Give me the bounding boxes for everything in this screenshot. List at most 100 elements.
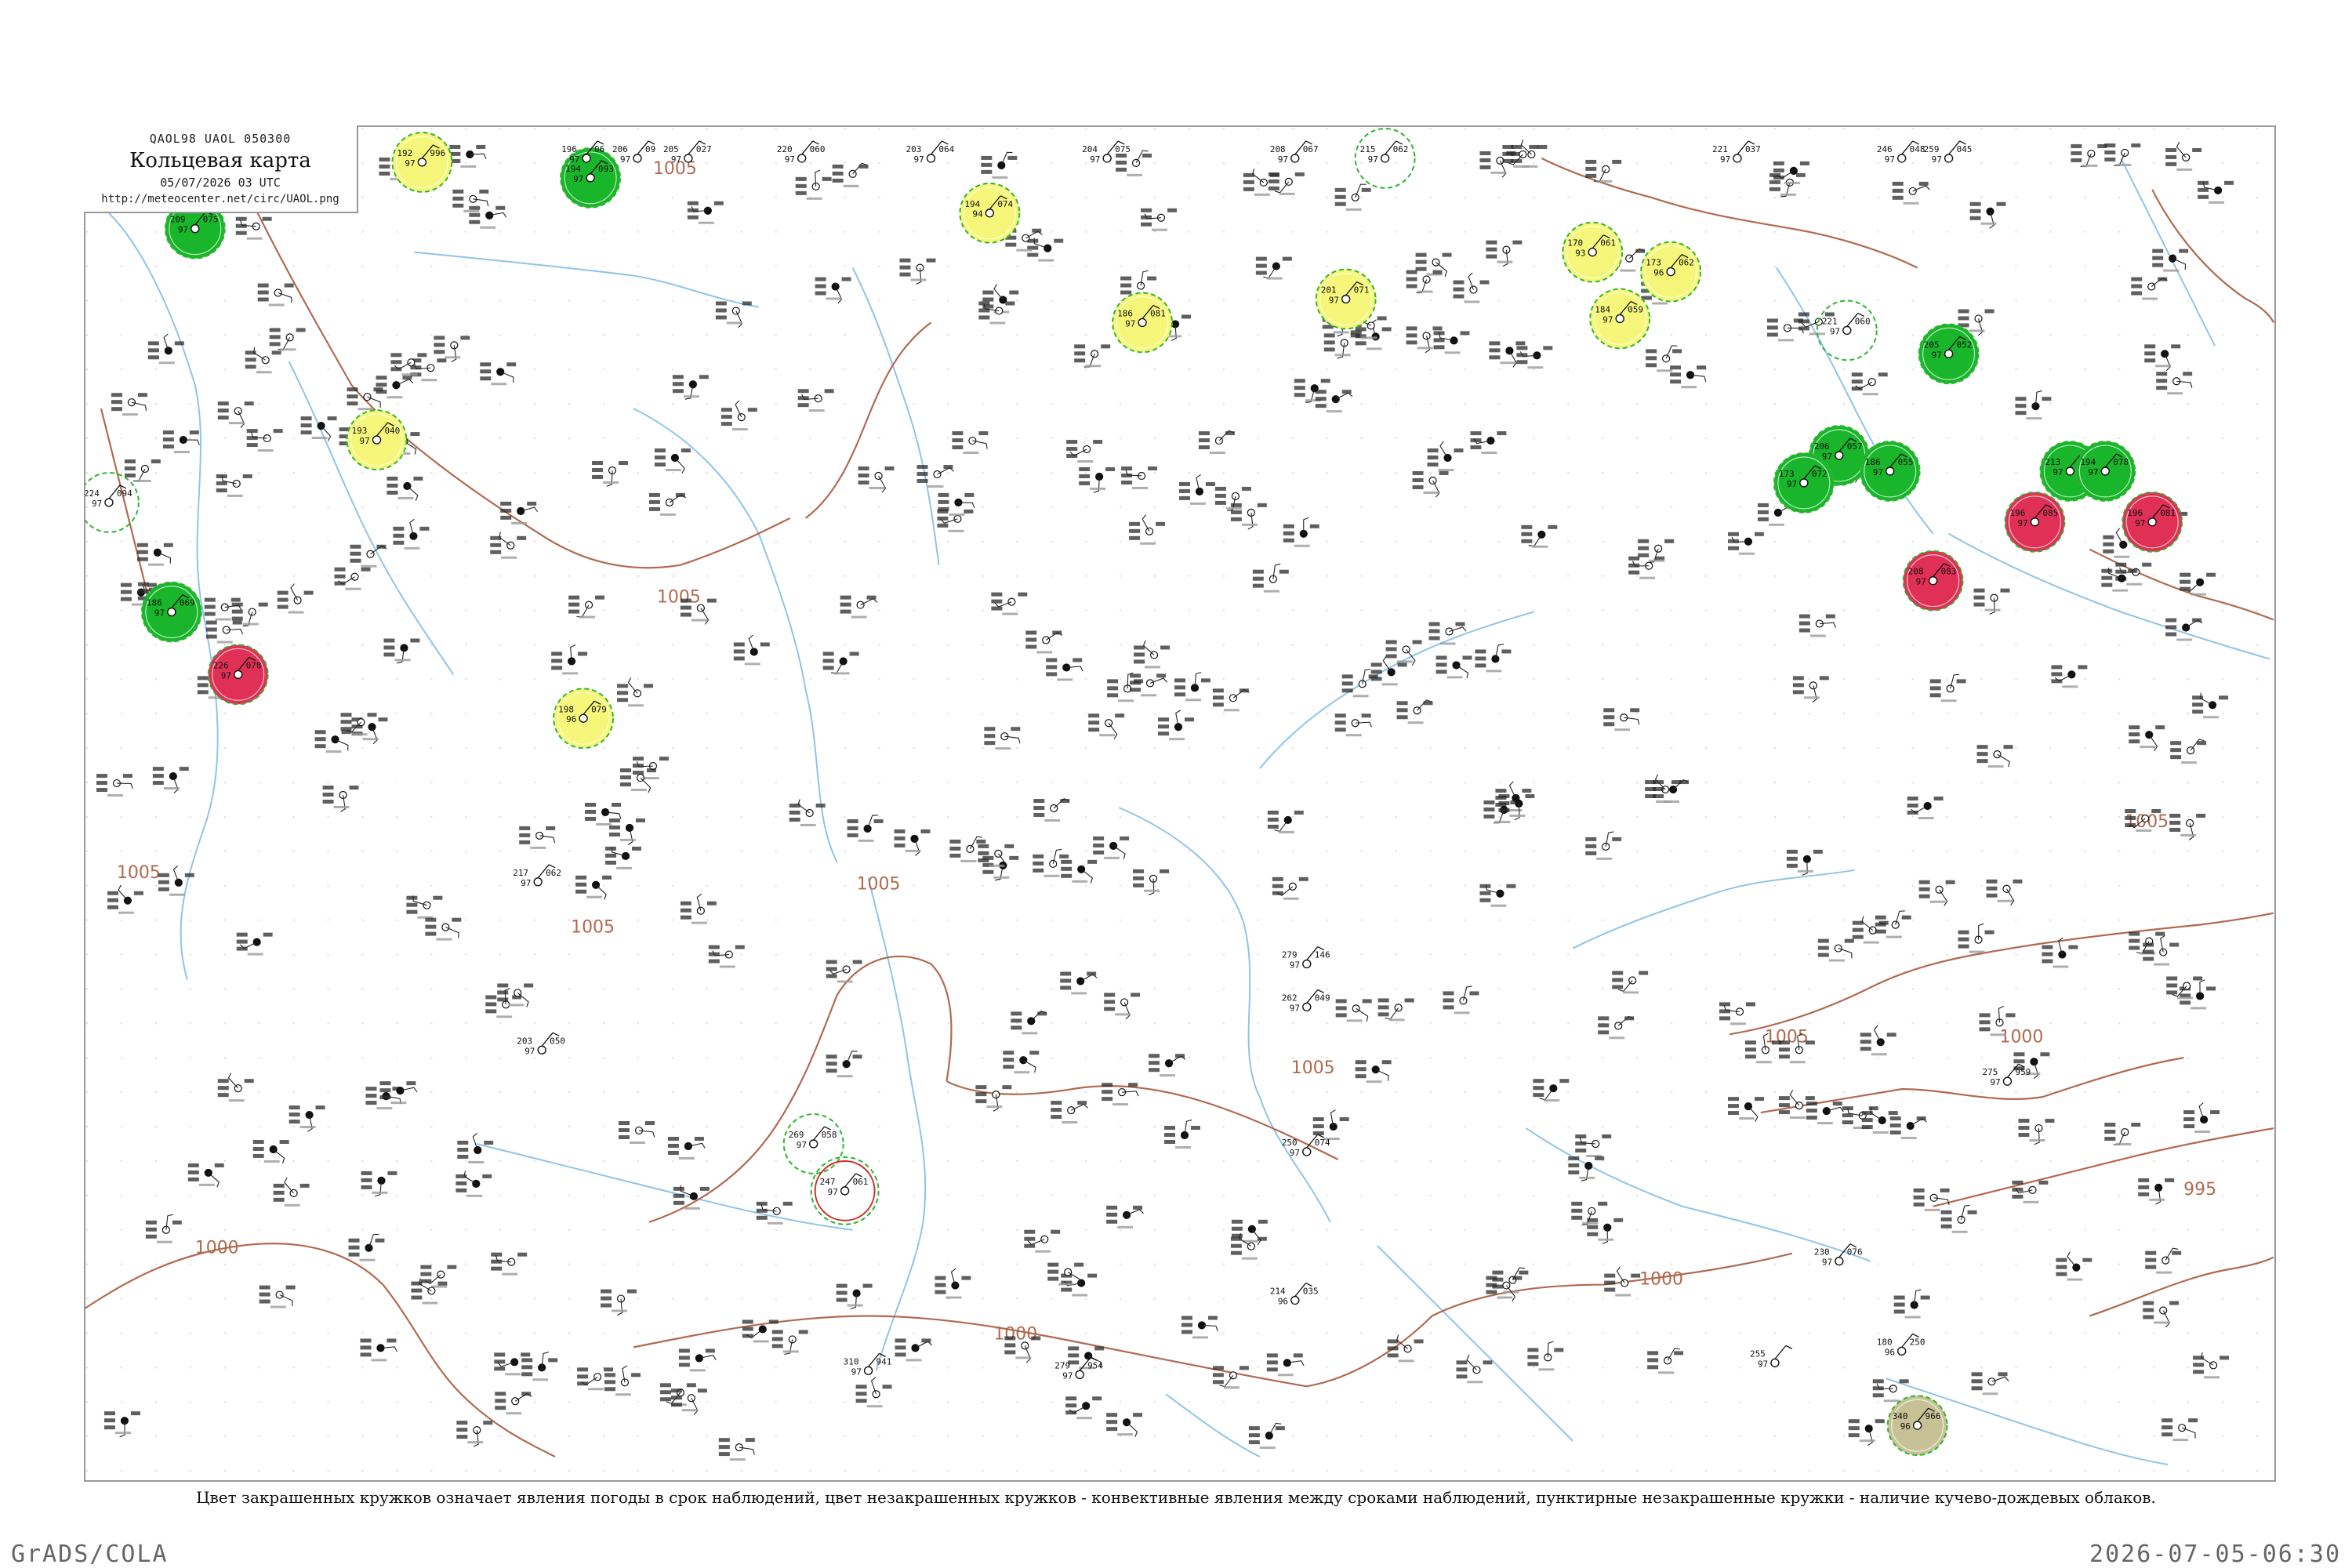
station-temp-value: 97	[1290, 1003, 1300, 1013]
station-temp-value: 96	[1885, 1347, 1895, 1357]
station-pressure-value: 247	[820, 1177, 836, 1187]
station-marker	[1302, 959, 1312, 969]
station-temp-value: 96	[1653, 268, 1664, 278]
footer-credit: GrADS/COLA	[11, 1541, 169, 1568]
station-temp-value: 97	[573, 174, 583, 184]
station-temp-value: 96	[566, 714, 576, 724]
station-plot[interactable]: 19896 079	[553, 688, 615, 750]
station-pressure-value: 221	[1712, 144, 1728, 154]
station-marker	[579, 713, 588, 723]
station-dew-value: 055	[1898, 457, 1914, 467]
station-pressure-value: 186	[1117, 308, 1133, 318]
station-marker	[1896, 1346, 1907, 1356]
station-dew-value: 146	[1315, 950, 1330, 960]
station-temp-value: 97	[1062, 1370, 1073, 1381]
station-plot[interactable]: 17093 061	[1562, 221, 1624, 283]
station-temp-value: 97	[851, 1367, 862, 1377]
station-dew-value: 069	[180, 598, 195, 608]
station-dew-value: 049	[1315, 993, 1330, 1003]
station-temp-value: 97	[524, 1046, 535, 1056]
isobar-label: 1000	[993, 1324, 1037, 1344]
station-dew-value: 061	[853, 1177, 869, 1187]
station-plot[interactable]: 18697 055	[1859, 441, 1921, 502]
station-temp-value: 97	[1090, 154, 1100, 165]
station-marker	[2100, 466, 2111, 476]
station-plot[interactable]: 17397 072	[1773, 452, 1835, 514]
station-dew-value: 081	[1150, 308, 1166, 318]
station-marker	[1799, 478, 1809, 488]
station-plot[interactable]: 19497 078	[2074, 441, 2136, 502]
station-plot[interactable]: 20897 083	[1902, 550, 1964, 612]
station-plot[interactable]: 34096 966	[1886, 1395, 1948, 1457]
station-plot[interactable]: 19297 996	[391, 131, 453, 193]
station-marker	[533, 877, 543, 887]
station-pressure-value: 192	[397, 148, 412, 158]
station-marker	[1835, 451, 1844, 460]
isobar-label: 1005	[117, 863, 161, 883]
station-temp-value: 97	[2088, 467, 2098, 477]
station-pressure-value: 279	[1282, 950, 1298, 960]
station-dew-value: 057	[1847, 441, 1863, 452]
station-dew-value: 954	[1087, 1360, 1103, 1370]
station-marker	[1138, 318, 1147, 328]
station-temp-value: 97	[1830, 326, 1840, 336]
station-dew-value: 250	[1910, 1337, 1926, 1347]
station-temp-value: 97	[2053, 467, 2063, 477]
weather-map[interactable]: 1005 1005 1005 1005 1005 1005 1005 1005 …	[85, 127, 2274, 1480]
station-plot[interactable]: 17396 062	[1640, 241, 1702, 303]
station-pressure-value: 217	[513, 868, 528, 878]
station-plot[interactable]: 19697 081	[2122, 491, 2183, 553]
station-temp-value: 97	[1720, 154, 1730, 165]
station-temp-value: 93	[1575, 249, 1585, 259]
map-datetime: 05/07/2026 03 UTC	[160, 176, 281, 190]
station-marker	[926, 154, 936, 163]
station-pressure-value: 340	[1893, 1411, 1908, 1421]
station-plot[interactable]: 20197 071	[1315, 268, 1377, 330]
station-plot[interactable]: 22697 078	[207, 644, 269, 706]
station-pressure-value: 194	[2080, 457, 2096, 467]
station-pressure-value: 259	[1924, 144, 1940, 154]
station-pressure-value: 262	[1282, 993, 1298, 1003]
station-pressure-value: 279	[1054, 1360, 1070, 1370]
station-dew-value: 959	[2015, 1067, 2031, 1077]
station-plot[interactable]: 19397 040	[346, 409, 408, 470]
station-pressure-value: 180	[1877, 1337, 1893, 1347]
station-pressure-value: 215	[1360, 144, 1376, 154]
station-pressure-value: 250	[1282, 1138, 1298, 1148]
station-plot[interactable]: 18697 069	[140, 581, 202, 643]
station-plot[interactable]: 18497 059	[1589, 288, 1651, 350]
station-marker	[1770, 1358, 1780, 1368]
isobar-label: 1000	[2000, 1027, 2044, 1047]
station-dew-value: 996	[430, 148, 445, 158]
map-url[interactable]: http://meteocenter.net/circ/UAOL.png	[84, 193, 357, 205]
station-dew-value: 062	[1679, 258, 1694, 268]
station-dew-value: 045	[1957, 144, 1973, 154]
station-marker	[1290, 154, 1300, 163]
station-dew-value: 093	[598, 164, 614, 174]
station-plot[interactable]: 18697 081	[1112, 292, 1174, 354]
isobar-label: 1005	[571, 918, 615, 938]
station-marker	[797, 154, 807, 163]
station-temp-value: 97	[1368, 154, 1378, 165]
station-temp-value: 97	[1916, 577, 1926, 587]
station-pressure-value: 196	[561, 144, 577, 154]
station-temp-value: 97	[1873, 467, 1883, 477]
station-marker	[1944, 154, 1954, 163]
station-temp-value: 97	[154, 608, 165, 619]
title-box: QAOL98 UAOL 050300 Кольцевая карта 05/07…	[84, 125, 358, 213]
isobar-label: 995	[2183, 1180, 2216, 1200]
station-pressure-value: 206	[1814, 441, 1830, 452]
station-marker	[684, 154, 693, 163]
station-dew-value: 083	[1941, 567, 1957, 577]
station-plot[interactable]: 20597 052	[1918, 323, 1980, 385]
station-temp-value: 97	[828, 1187, 838, 1197]
station-dew-value: 966	[1926, 1411, 1941, 1421]
station-temp-value: 97	[521, 878, 531, 888]
station-pressure-value: 203	[517, 1036, 532, 1046]
station-plot[interactable]: 19494 074	[959, 182, 1021, 244]
station-temp-value: 97	[620, 154, 630, 165]
station-plot[interactable]: 19697 085	[2004, 491, 2066, 553]
station-temp-value: 97	[1822, 1258, 1832, 1268]
station-temp-value: 97	[1278, 154, 1288, 165]
station-pressure-value: 246	[1877, 144, 1893, 154]
